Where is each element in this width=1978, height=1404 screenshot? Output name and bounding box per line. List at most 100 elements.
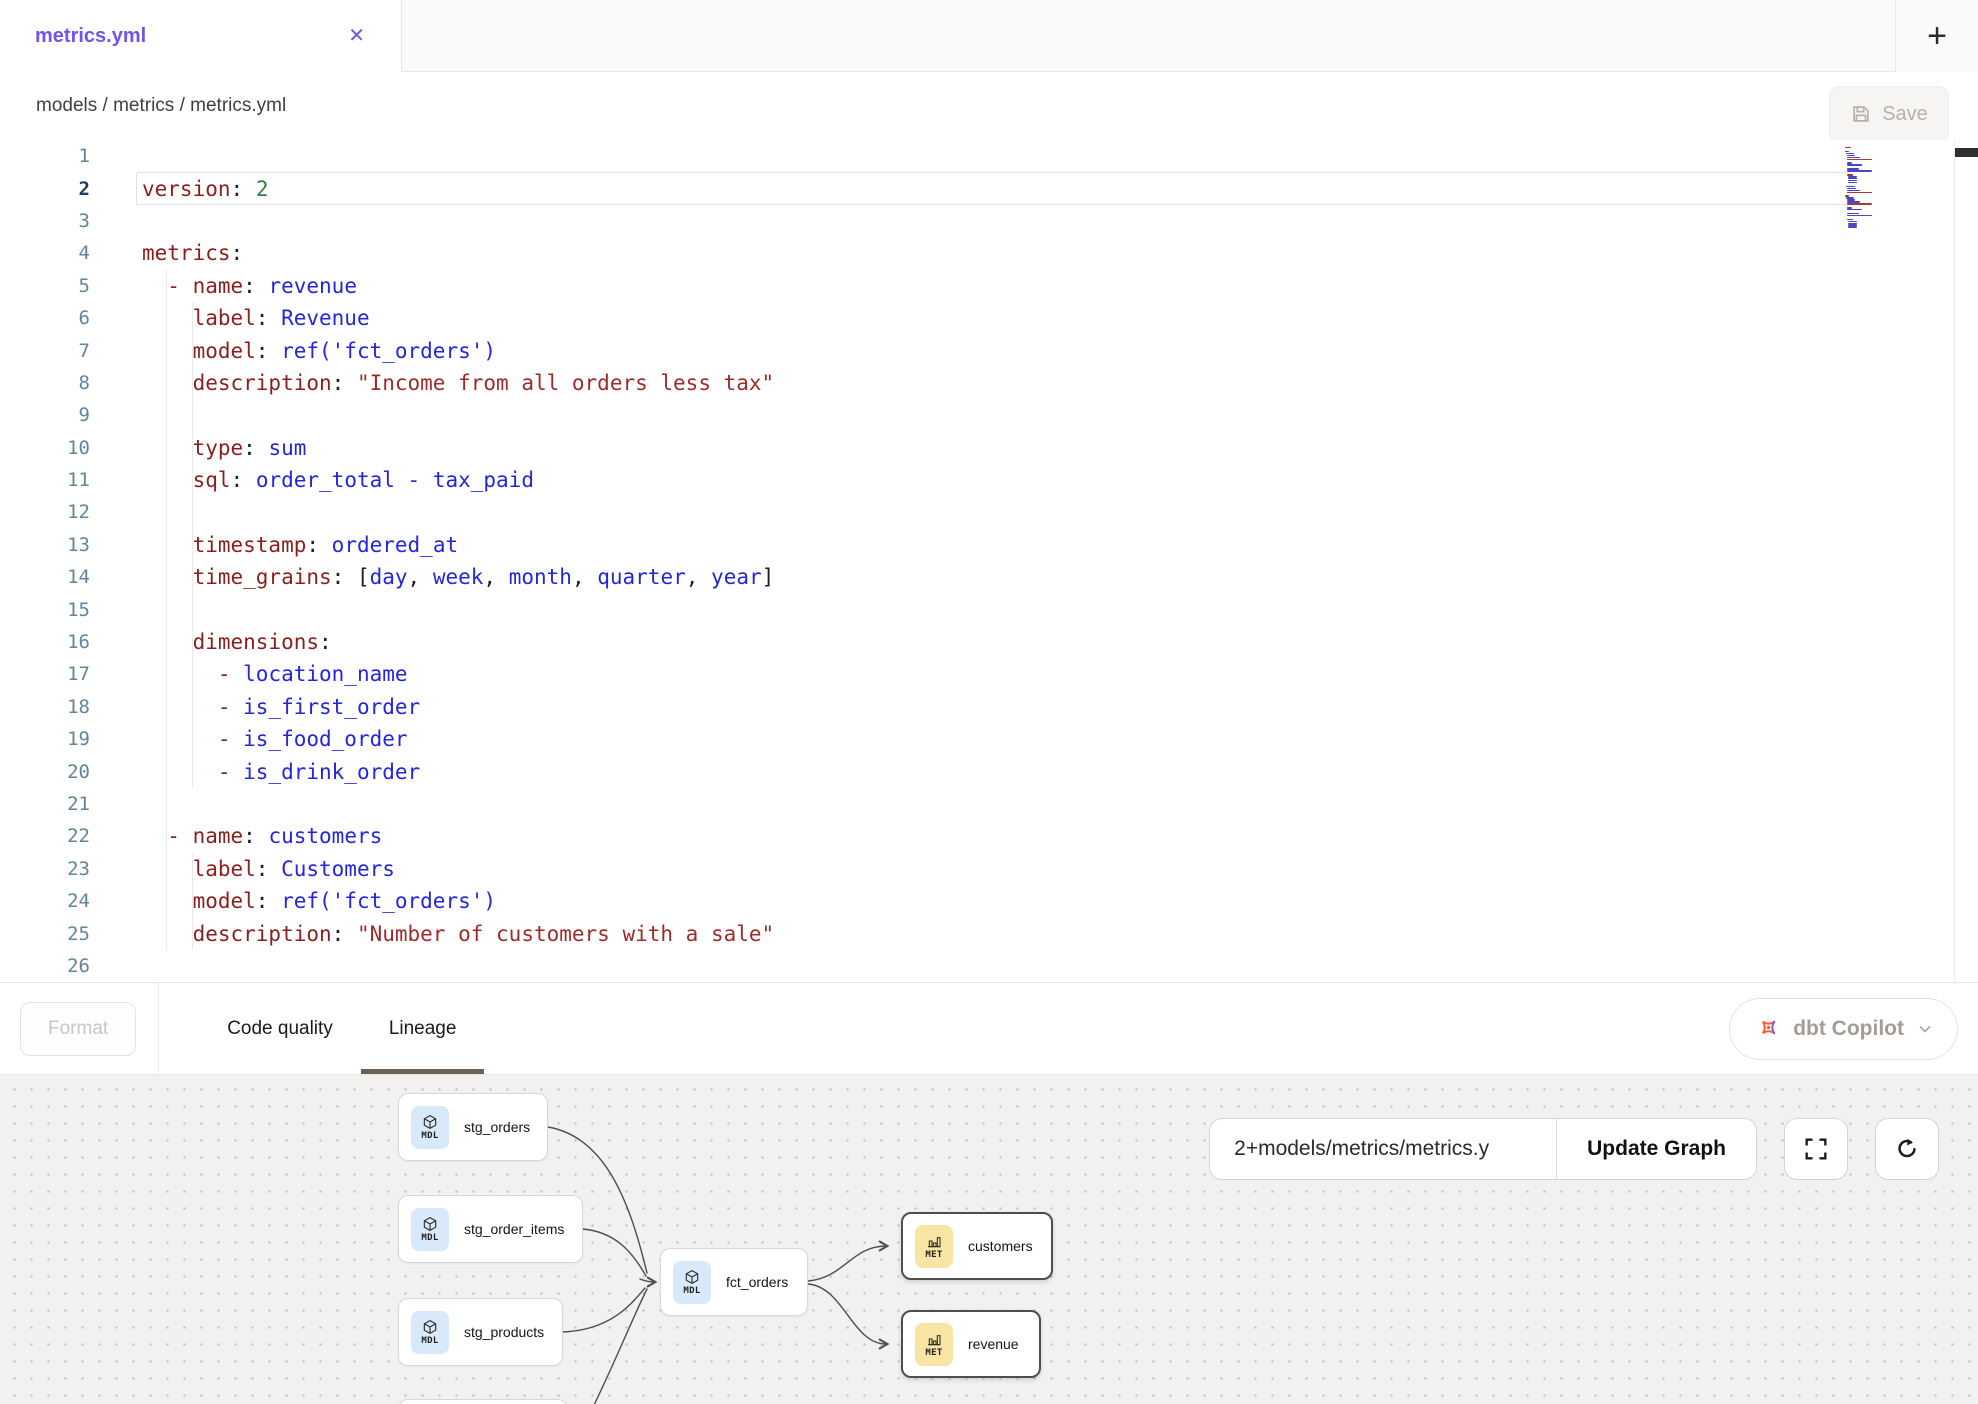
code-line[interactable]: 1 [0,140,1978,172]
code-line[interactable]: 9 [0,399,1978,431]
code-line[interactable]: 16 dimensions: [0,626,1978,658]
code-line[interactable]: 7 model: ref('fct_orders') [0,334,1978,366]
code-lines: 12version: 234metrics:5 - name: revenue6… [0,140,1978,982]
code-text: model: ref('fct_orders') [142,889,496,913]
model-cube-icon: MDL [673,1261,711,1304]
lineage-node-fct_orders[interactable]: MDL fct_orders [660,1248,808,1316]
line-number: 17 [0,663,90,685]
code-line[interactable]: 8 description: "Income from all orders l… [0,367,1978,399]
line-number: 12 [0,501,90,523]
lineage-canvas[interactable]: MDLstg_ordersMDLstg_order_itemsMDLstg_pr… [0,1075,1978,1404]
scrollbar-thumb[interactable] [1955,148,1978,157]
line-number: 7 [0,340,90,362]
code-text: - name: customers [142,824,382,848]
node-type-badge: MDL [683,1286,700,1296]
code-line[interactable]: 14 time_grains: [day, week, month, quart… [0,561,1978,593]
line-number: 4 [0,242,90,264]
lineage-node-revenue[interactable]: METrevenue [901,1310,1041,1378]
line-number: 21 [0,793,90,815]
line-number: 10 [0,437,90,459]
close-tab-icon[interactable]: ✕ [348,26,365,46]
line-number: 1 [0,145,90,167]
line-number: 26 [0,955,90,977]
line-number: 5 [0,275,90,297]
code-line[interactable]: 19 - is_food_order [0,723,1978,755]
code-text: model: ref('fct_orders') [142,339,496,363]
line-number: 20 [0,761,90,783]
code-line[interactable]: 2version: 2 [0,172,1978,204]
code-text: description: "Income from all orders les… [142,371,774,395]
line-number: 2 [0,178,90,200]
node-label: fct_orders [726,1274,788,1290]
lineage-node-hidden_partial[interactable] [398,1399,568,1404]
code-line[interactable]: 5 - name: revenue [0,270,1978,302]
code-line[interactable]: 23 label: Customers [0,853,1978,885]
code-line[interactable]: 11 sql: order_total - tax_paid [0,464,1978,496]
refresh-button[interactable] [1875,1118,1939,1180]
code-text: - location_name [142,662,408,686]
code-text: dimensions: [142,630,332,654]
toolbar-divider [158,982,159,1075]
new-tab-plus-icon[interactable]: + [1927,19,1947,53]
panel-tabs: Code qualityLineage [199,983,484,1074]
refresh-icon [1893,1135,1921,1163]
node-type-badge: MDL [421,1131,438,1141]
code-line[interactable]: 26 [0,950,1978,982]
fullscreen-button[interactable] [1784,1118,1848,1180]
code-text: - is_first_order [142,695,420,719]
code-editor[interactable]: 12version: 234metrics:5 - name: revenue6… [0,140,1978,982]
code-text: metrics: [142,241,243,265]
code-text: - name: revenue [142,274,357,298]
code-text: type: sum [142,436,306,460]
model-cube-icon: MDL [411,1311,449,1354]
line-number: 6 [0,307,90,329]
lineage-node-stg_orders[interactable]: MDLstg_orders [398,1093,548,1161]
node-label: stg_order_items [464,1221,564,1237]
code-line[interactable]: 24 model: ref('fct_orders') [0,885,1978,917]
lineage-node-customers[interactable]: METcustomers [901,1212,1053,1280]
minimap[interactable] [1845,145,1903,230]
line-number: 8 [0,372,90,394]
line-number: 25 [0,923,90,945]
code-line[interactable]: 18 - is_first_order [0,691,1978,723]
model-cube-icon: MDL [411,1208,449,1251]
code-line[interactable]: 6 label: Revenue [0,302,1978,334]
line-number: 11 [0,469,90,491]
code-line[interactable]: 20 - is_drink_order [0,755,1978,787]
lineage-node-stg_order_items[interactable]: MDL stg_order_items [398,1195,583,1263]
code-line[interactable]: 13 timestamp: ordered_at [0,529,1978,561]
code-line[interactable]: 3 [0,205,1978,237]
copilot-label: dbt Copilot [1793,1017,1904,1041]
graph-controls: Update Graph [1209,1118,1939,1180]
code-line[interactable]: 15 [0,593,1978,625]
code-line[interactable]: 10 type: sum [0,432,1978,464]
dbt-logo-icon [1754,1016,1780,1042]
code-text: - is_food_order [142,727,408,751]
scrollbar-track[interactable] [1954,140,1978,982]
code-line[interactable]: 12 [0,496,1978,528]
line-number: 15 [0,599,90,621]
tab-metrics-yml[interactable]: metrics.yml ✕ [0,0,402,72]
tab-bar-empty [402,0,1895,72]
format-button[interactable]: Format [20,1002,136,1056]
code-line[interactable]: 17 - location_name [0,658,1978,690]
update-graph-button[interactable]: Update Graph [1556,1119,1756,1179]
code-line[interactable]: 25 description: "Number of customers wit… [0,917,1978,949]
code-line[interactable]: 4 metrics: [0,237,1978,269]
code-line[interactable]: 22 - name: customers [0,820,1978,852]
dbt-copilot-button[interactable]: dbt Copilot [1729,998,1958,1060]
node-type-badge: MET [925,1348,942,1358]
graph-selector-input[interactable] [1234,1119,1532,1179]
node-type-badge: MET [925,1250,942,1260]
save-floppy-icon [1850,103,1872,125]
tab-lineage[interactable]: Lineage [361,983,485,1074]
node-type-badge: MDL [421,1336,438,1346]
code-line[interactable]: 21 [0,788,1978,820]
tab-code-quality[interactable]: Code quality [199,983,361,1074]
line-number: 13 [0,534,90,556]
lineage-node-stg_products[interactable]: MDLstg_products [398,1298,563,1366]
save-button[interactable]: Save [1829,86,1949,142]
code-text: - is_drink_order [142,760,420,784]
line-number: 3 [0,210,90,232]
model-cube-icon: MDL [411,1106,449,1149]
